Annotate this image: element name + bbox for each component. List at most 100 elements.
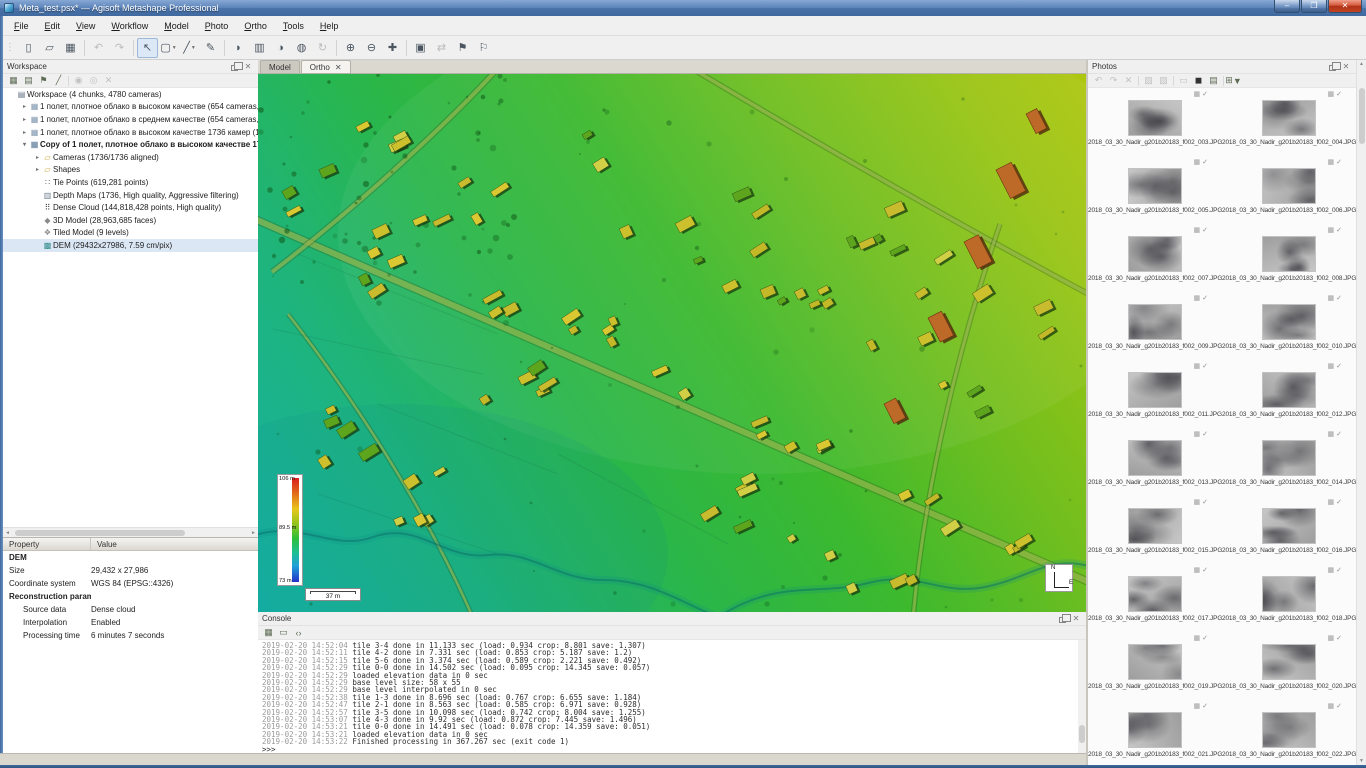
show-shapes-icon[interactable]: ⚑ [452, 38, 473, 58]
brightness-contrast-icon[interactable]: ◑ [270, 38, 291, 58]
photo-thumbnail[interactable] [1128, 508, 1182, 544]
filter-icon[interactable]: ◉ [71, 74, 86, 87]
tree-item-tie-points[interactable]: ∷ Tie Points (619,281 points) [3, 176, 258, 189]
photo-item[interactable]: ▦✓ 2018_03_30_Nadir_g201b20183_f002_022.… [1222, 700, 1356, 765]
rotate-left-icon[interactable]: ↶ [1091, 74, 1106, 87]
photos-scrollbar[interactable]: ▲ ▼ [1356, 60, 1366, 765]
photo-item[interactable]: ▦✓ 2018_03_30_Nadir_g201b20183_f002_015.… [1088, 496, 1222, 564]
maximize-button[interactable]: ❐ [1301, 0, 1327, 13]
tab-close-icon[interactable]: ✕ [335, 63, 342, 72]
ruler-icon[interactable]: ╱▼ [179, 38, 200, 58]
tab-ortho[interactable]: Ortho✕ [301, 60, 351, 73]
close-panel-icon[interactable]: ✕ [1070, 613, 1082, 624]
enable-cameras-icon[interactable]: ▧ [1141, 74, 1156, 87]
photo-thumbnail[interactable] [1128, 644, 1182, 680]
menu-item-view[interactable]: View [68, 18, 103, 34]
magic-wand-icon[interactable]: ◗ [228, 38, 249, 58]
ortho-viewport[interactable]: 106 m 89.5 m 73 m 37 m N E [258, 74, 1086, 612]
expand-icon[interactable]: ▸ [20, 103, 29, 110]
show-labels-icon[interactable]: ⚐ [473, 38, 494, 58]
expand-icon[interactable]: ▸ [20, 116, 29, 123]
expand-icon[interactable]: ▸ [33, 166, 42, 173]
expand-icon[interactable]: ▸ [33, 154, 42, 161]
menu-item-workflow[interactable]: Workflow [103, 18, 156, 34]
remove-photo-icon[interactable]: ✕ [1121, 74, 1136, 87]
close-panel-icon[interactable]: ✕ [242, 61, 254, 72]
remove-item-icon[interactable]: ✕ [101, 74, 116, 87]
thumbnail-view-icon[interactable]: ◼ [1191, 74, 1206, 87]
scrollbar-thumb[interactable] [15, 530, 185, 536]
photo-thumbnail[interactable] [1262, 712, 1316, 748]
add-marker-icon[interactable]: ⚑ [36, 74, 51, 87]
tree-item-depth-maps[interactable]: ▥ Depth Maps (1736, High quality, Aggres… [3, 189, 258, 202]
menu-item-model[interactable]: Model [156, 18, 197, 34]
add-photos-icon[interactable]: ▤ [21, 74, 36, 87]
show-images-icon[interactable]: ▣ [410, 38, 431, 58]
tree-item-tiled-model[interactable]: ❖ Tiled Model (9 levels) [3, 227, 258, 240]
disable-cameras-icon[interactable]: ▨ [1156, 74, 1171, 87]
photo-item[interactable]: ▦✓ 2018_03_30_Nadir_g201b20183_f002_019.… [1088, 632, 1222, 700]
reset-view-icon[interactable]: ✚ [382, 38, 403, 58]
split-view-icon[interactable]: ▥ [249, 38, 270, 58]
console-scrollbar[interactable] [1078, 640, 1086, 753]
photo-thumbnail[interactable] [1262, 440, 1316, 476]
details-view-icon[interactable]: ▤ [1206, 74, 1221, 87]
photo-thumbnail[interactable] [1262, 372, 1316, 408]
float-panel-icon[interactable] [1056, 613, 1068, 624]
reset-filter-icon[interactable]: ◎ [86, 74, 101, 87]
tree-item-chunk-1[interactable]: ▸ ▦ 1 полет, плотное облако в высоком ка… [3, 101, 258, 114]
scroll-down-icon[interactable]: ▼ [1359, 758, 1364, 764]
color-correction-icon[interactable]: ◍ [291, 38, 312, 58]
tree-item-dem[interactable]: ▩ DEM (29432x27986, 7.59 cm/pix) [3, 239, 258, 252]
scroll-left-icon[interactable]: ◄ [5, 530, 10, 536]
photo-thumbnail[interactable] [1128, 100, 1182, 136]
tree-item-chunk-copy[interactable]: ▾ ▦ Copy of 1 полет, плотное облако в вы… [3, 138, 258, 151]
tree-item-cameras[interactable]: ▸ ▱ Cameras (1736/1736 aligned) [3, 151, 258, 164]
menu-item-edit[interactable]: Edit [37, 18, 69, 34]
float-panel-icon[interactable] [228, 61, 240, 72]
workspace-hscrollbar[interactable]: ◄ ► [3, 527, 258, 537]
rotate-view-icon[interactable]: ↻ [312, 38, 333, 58]
photo-item[interactable]: ▦✓ 2018_03_30_Nadir_g201b20183_f002_020.… [1222, 632, 1356, 700]
photo-thumbnail[interactable] [1128, 712, 1182, 748]
photo-thumbnail[interactable] [1128, 576, 1182, 612]
add-chunk-icon[interactable]: ▦ [6, 74, 21, 87]
tree-item-3d-model[interactable]: ◆ 3D Model (28,963,685 faces) [3, 214, 258, 227]
zoom-out-icon[interactable]: ⊖ [361, 38, 382, 58]
photo-item[interactable]: ▦✓ 2018_03_30_Nadir_g201b20183_f002_003.… [1088, 88, 1222, 156]
rectangle-selection-icon[interactable]: ▢▼ [158, 38, 179, 58]
clear-console-icon[interactable]: ▭ [276, 626, 291, 639]
photo-item[interactable]: ▦✓ 2018_03_30_Nadir_g201b20183_f002_018.… [1222, 564, 1356, 632]
scroll-right-icon[interactable]: ► [251, 530, 256, 536]
expand-icon[interactable]: ▸ [20, 129, 29, 136]
console-output[interactable]: 2019-02-20 14:52:04 tile 3-4 done in 11.… [258, 640, 1078, 753]
save-project-icon[interactable]: ▦ [60, 38, 81, 58]
photo-item[interactable]: ▦✓ 2018_03_30_Nadir_g201b20183_f002_012.… [1222, 360, 1356, 428]
photo-item[interactable]: ▦✓ 2018_03_30_Nadir_g201b20183_f002_013.… [1088, 428, 1222, 496]
photo-thumbnail[interactable] [1128, 372, 1182, 408]
photo-item[interactable]: ▦✓ 2018_03_30_Nadir_g201b20183_f002_016.… [1222, 496, 1356, 564]
photo-item[interactable]: ▦✓ 2018_03_30_Nadir_g201b20183_f002_007.… [1088, 224, 1222, 292]
tree-item-chunk-2[interactable]: ▸ ▦ 1 полет, плотное облако в среднем ка… [3, 113, 258, 126]
stereo-view-icon[interactable]: ⇄ [431, 38, 452, 58]
photo-item[interactable]: ▦✓ 2018_03_30_Nadir_g201b20183_f002_006.… [1222, 156, 1356, 224]
photo-thumbnail[interactable] [1262, 100, 1316, 136]
photo-thumbnail[interactable] [1262, 236, 1316, 272]
photo-item[interactable]: ▦✓ 2018_03_30_Nadir_g201b20183_f002_021.… [1088, 700, 1222, 765]
tree-item-dense-cloud[interactable]: ⠿ Dense Cloud (144,818,428 points, High … [3, 201, 258, 214]
photo-item[interactable]: ▦✓ 2018_03_30_Nadir_g201b20183_f002_011.… [1088, 360, 1222, 428]
minimize-button[interactable]: – [1274, 0, 1300, 13]
add-scalebar-icon[interactable]: ╱ [51, 74, 66, 87]
menu-item-photo[interactable]: Photo [197, 18, 237, 34]
draw-polygon-icon[interactable]: ✎ [200, 38, 221, 58]
photo-thumbnail[interactable] [1128, 440, 1182, 476]
photo-thumbnail[interactable] [1128, 168, 1182, 204]
photo-item[interactable]: ▦✓ 2018_03_30_Nadir_g201b20183_f002_010.… [1222, 292, 1356, 360]
scroll-up-icon[interactable]: ▲ [1359, 61, 1364, 67]
undo-icon[interactable]: ↶ [88, 38, 109, 58]
photo-thumbnail[interactable] [1262, 168, 1316, 204]
photo-thumbnail[interactable] [1128, 304, 1182, 340]
tree-item-workspace-root[interactable]: ▤ Workspace (4 chunks, 4780 cameras) [3, 88, 258, 101]
photo-thumbnail[interactable] [1262, 644, 1316, 680]
thumbnail-size-icon[interactable]: ⊞▼ [1226, 74, 1241, 87]
